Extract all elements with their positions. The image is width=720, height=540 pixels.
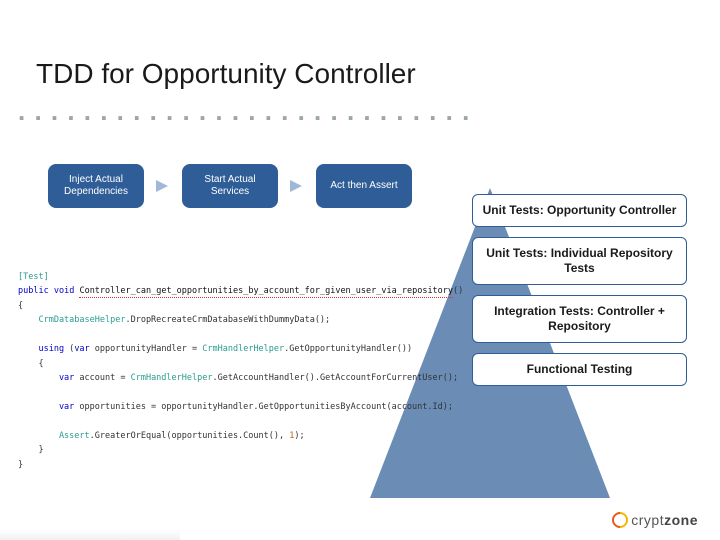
pyramid-level-3: Integration Tests: Controller + Reposito… xyxy=(472,295,687,343)
flow-step-1: Inject Actual Dependencies xyxy=(48,164,144,208)
code-text: opportunities = opportunityHandler.GetOp… xyxy=(74,402,453,412)
code-keyword: void xyxy=(54,286,74,296)
code-text: .GetOpportunityHandler()) xyxy=(284,344,412,354)
code-keyword: var xyxy=(18,402,74,412)
page-title: TDD for Opportunity Controller xyxy=(36,58,416,90)
code-type: CrmDatabaseHelper xyxy=(18,315,125,325)
code-text: .GreaterOrEqual(opportunities.Count(), xyxy=(90,431,290,441)
brand-logo: cryptzone xyxy=(612,512,698,528)
code-text: } xyxy=(18,460,23,470)
code-type: Assert xyxy=(18,431,90,441)
code-keyword: using xyxy=(18,344,64,354)
logo-text-part1: crypt xyxy=(631,512,664,528)
code-type: CrmHandlerHelper xyxy=(202,344,284,354)
pyramid-level-4: Functional Testing xyxy=(472,353,687,386)
code-text: .GetAccountHandler().GetAccountForCurren… xyxy=(212,373,458,383)
code-method-name: Controller_can_get_opportunities_by_acco… xyxy=(79,286,453,298)
arrow-right-icon xyxy=(154,177,172,195)
arrow-right-icon xyxy=(288,177,306,195)
pyramid-labels: Unit Tests: Opportunity Controller Unit … xyxy=(472,194,687,386)
code-text: account = xyxy=(74,373,130,383)
code-keyword: var xyxy=(74,344,89,354)
code-text: { xyxy=(18,301,23,311)
code-type: CrmHandlerHelper xyxy=(131,373,213,383)
code-keyword: public xyxy=(18,286,49,296)
code-attribute: [Test] xyxy=(18,272,49,282)
logo-ring-icon xyxy=(609,509,632,532)
code-text: } xyxy=(18,445,44,455)
flow-step-2: Start Actual Services xyxy=(182,164,278,208)
logo-text-part2: zone xyxy=(664,512,698,528)
pyramid-level-2: Unit Tests: Individual Repository Tests xyxy=(472,237,687,285)
code-text: opportunityHandler = xyxy=(90,344,203,354)
code-keyword: var xyxy=(18,373,74,383)
pyramid-level-1: Unit Tests: Opportunity Controller xyxy=(472,194,687,227)
code-text: { xyxy=(18,359,44,369)
code-text: () xyxy=(453,286,463,296)
logo-text: cryptzone xyxy=(631,512,698,528)
code-text: .DropRecreateCrmDatabaseWithDummyData(); xyxy=(125,315,330,325)
footer-decoration xyxy=(0,530,180,540)
divider-dots: . . . . . . . . . . . . . . . . . . . . … xyxy=(18,96,478,127)
flow-steps: Inject Actual Dependencies Start Actual … xyxy=(48,164,412,208)
code-text: ); xyxy=(294,431,304,441)
code-snippet: [Test] public void Controller_can_get_op… xyxy=(18,270,418,472)
test-pyramid: Unit Tests: Opportunity Controller Unit … xyxy=(370,188,690,498)
